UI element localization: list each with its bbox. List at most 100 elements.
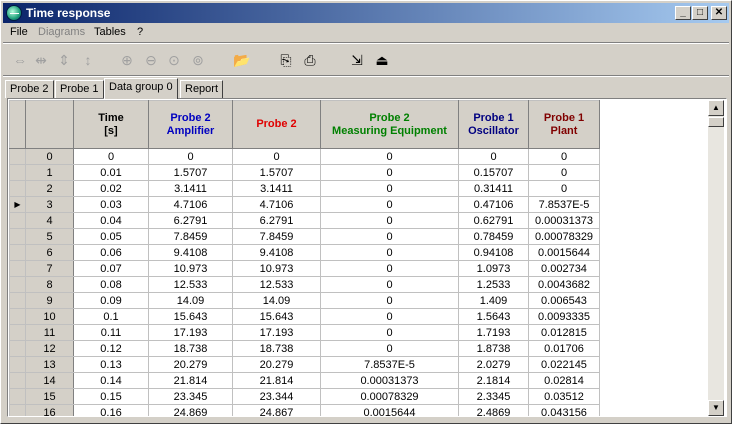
col-header-probe2-measuring-equipment[interactable]: Probe 2 Measuring Equipment: [320, 100, 459, 149]
table-cell[interactable]: 23.344: [232, 388, 321, 405]
table-cell[interactable]: 0: [320, 148, 459, 165]
row-index-cell[interactable]: 4: [25, 212, 74, 229]
table-cell[interactable]: 3.1411: [232, 180, 321, 197]
col-header-time[interactable]: Time [s]: [73, 100, 149, 149]
table-cell[interactable]: 20.279: [232, 356, 321, 373]
table-row[interactable]: 7 0.07 10.973 10.973 0 1.0973 0.002734: [9, 260, 600, 277]
table-cell[interactable]: 0.022145: [528, 356, 600, 373]
table-row[interactable]: 0000000: [9, 148, 600, 165]
table-cell[interactable]: 7.8537E-5: [528, 196, 600, 213]
table-cell[interactable]: 0: [320, 324, 459, 341]
table-cell[interactable]: 0: [320, 260, 459, 277]
table-cell[interactable]: 1.8738: [458, 340, 529, 357]
table-cell[interactable]: 0.11: [73, 324, 149, 341]
table-cell[interactable]: 0.0043682: [528, 276, 600, 293]
table-cell[interactable]: 0.002734: [528, 260, 600, 277]
table-row[interactable]: 11 0.11 17.193 17.193 0 1.7193 0.012815: [9, 324, 600, 341]
table-row[interactable]: 4 0.04 6.2791 6.2791 0 0.62791 0.00031373: [9, 212, 600, 229]
table-cell[interactable]: 2.4869: [458, 404, 529, 416]
row-index-cell[interactable]: 7: [25, 260, 74, 277]
table-cell[interactable]: 0: [528, 164, 600, 181]
row-index-cell[interactable]: 9: [25, 292, 74, 309]
table-cell[interactable]: 0.12: [73, 340, 149, 357]
close-button[interactable]: ✕: [711, 6, 727, 20]
table-cell[interactable]: 0.1: [73, 308, 149, 325]
table-cell[interactable]: 1.7193: [458, 324, 529, 341]
row-index-cell[interactable]: 1: [25, 164, 74, 181]
table-row[interactable]: 1 0.01 1.5707 1.5707 0 0.15707 0: [9, 164, 600, 181]
table-cell[interactable]: 2.0279: [458, 356, 529, 373]
table-cell[interactable]: 0: [320, 244, 459, 261]
table-cell[interactable]: 0: [528, 148, 600, 165]
table-cell[interactable]: 0.0015644: [528, 244, 600, 261]
row-selector-cell[interactable]: [9, 308, 26, 325]
table-cell[interactable]: 3.1411: [148, 180, 233, 197]
table-cell[interactable]: 0.00031373: [528, 212, 600, 229]
row-selector-cell[interactable]: [9, 404, 26, 416]
table-cell[interactable]: 2.3345: [458, 388, 529, 405]
table-cell[interactable]: 12.533: [148, 276, 233, 293]
table-row[interactable]: 14 0.14 21.814 21.814 0.00031373 2.1814 0.0281…: [9, 372, 600, 389]
row-selector-cell[interactable]: [9, 148, 26, 165]
table-cell[interactable]: 0: [320, 212, 459, 229]
data-grid-viewport[interactable]: Time [s] Probe 2 Amplifier Probe 2 Probe 2…: [9, 100, 708, 416]
table-cell[interactable]: 0.02814: [528, 372, 600, 389]
table-cell[interactable]: 0.043156: [528, 404, 600, 416]
table-cell[interactable]: 4.7106: [232, 196, 321, 213]
table-cell[interactable]: 14.09: [232, 292, 321, 309]
table-cell[interactable]: 17.193: [148, 324, 233, 341]
row-selector-cell[interactable]: [9, 212, 26, 229]
table-cell[interactable]: 0.09: [73, 292, 149, 309]
table-cell[interactable]: 0.05: [73, 228, 149, 245]
open-folder-icon[interactable]: 📂: [231, 49, 253, 71]
tab-probe-1[interactable]: Probe 1: [55, 80, 104, 98]
menu-file[interactable]: File: [10, 26, 28, 38]
menu-diagrams[interactable]: Diagrams: [38, 26, 85, 38]
copy-icon[interactable]: ⎘: [275, 49, 297, 71]
table-cell[interactable]: 0: [320, 292, 459, 309]
stretch-vertical-icon[interactable]: ↕: [77, 49, 99, 71]
table-cell[interactable]: 0.15: [73, 388, 149, 405]
table-row[interactable]: 12 0.12 18.738 18.738 0 1.8738 0.01706: [9, 340, 600, 357]
maximize-button[interactable]: □: [692, 6, 708, 20]
table-cell[interactable]: 0: [458, 148, 529, 165]
table-cell[interactable]: 0.0015644: [320, 404, 459, 416]
table-cell[interactable]: 0.012815: [528, 324, 600, 341]
menu-tables[interactable]: Tables: [94, 26, 126, 38]
row-selector-cell[interactable]: [9, 292, 26, 309]
stretch-horizontal-icon[interactable]: ⇹: [30, 49, 52, 71]
row-index-cell[interactable]: 2: [25, 180, 74, 197]
row-selector-cell[interactable]: [9, 340, 26, 357]
table-cell[interactable]: 18.738: [232, 340, 321, 357]
tab-report[interactable]: Report: [180, 80, 224, 98]
table-cell[interactable]: 12.533: [232, 276, 321, 293]
table-cell[interactable]: 0: [320, 180, 459, 197]
table-row[interactable]: 10 0.1 15.643 15.643 0 1.5643 0.0093335: [9, 308, 600, 325]
table-cell[interactable]: 23.345: [148, 388, 233, 405]
row-selector-cell[interactable]: [9, 244, 26, 261]
table-cell[interactable]: 0.02: [73, 180, 149, 197]
table-cell[interactable]: 6.2791: [232, 212, 321, 229]
table-row[interactable]: 6 0.06 9.4108 9.4108 0 0.94108 0.0015644: [9, 244, 600, 261]
table-cell[interactable]: 0.78459: [458, 228, 529, 245]
row-index-cell[interactable]: 6: [25, 244, 74, 261]
table-row[interactable]: 13 0.13 20.279 20.279 7.8537E-5 2.0279 0.02214…: [9, 356, 600, 373]
tab-data-group-0[interactable]: Data group 0: [104, 78, 178, 99]
row-index-cell[interactable]: 16: [25, 404, 74, 416]
table-cell[interactable]: 0.03: [73, 196, 149, 213]
table-cell[interactable]: 0.47106: [458, 196, 529, 213]
table-row[interactable]: 9 0.09 14.09 14.09 0 1.409 0.006543: [9, 292, 600, 309]
scroll-up-button[interactable]: ▲: [708, 100, 724, 116]
table-cell[interactable]: 10.973: [148, 260, 233, 277]
table-cell[interactable]: 0.62791: [458, 212, 529, 229]
col-header-probe2[interactable]: Probe 2: [232, 100, 321, 149]
row-index-cell[interactable]: 0: [25, 148, 74, 165]
table-cell[interactable]: 1.5707: [148, 164, 233, 181]
table-row[interactable]: 16 0.16 24.869 24.867 0.0015644 2.4869 0.04315…: [9, 404, 600, 416]
table-cell[interactable]: 9.4108: [148, 244, 233, 261]
row-selector-cell[interactable]: [9, 180, 26, 197]
table-row[interactable]: ▶ 3 0.03 4.7106 4.7106 0 0.47106 7.8537E-5: [9, 196, 600, 213]
table-cell[interactable]: 1.5643: [458, 308, 529, 325]
row-selector-cell[interactable]: [9, 164, 26, 181]
row-selector-cell[interactable]: [9, 356, 26, 373]
